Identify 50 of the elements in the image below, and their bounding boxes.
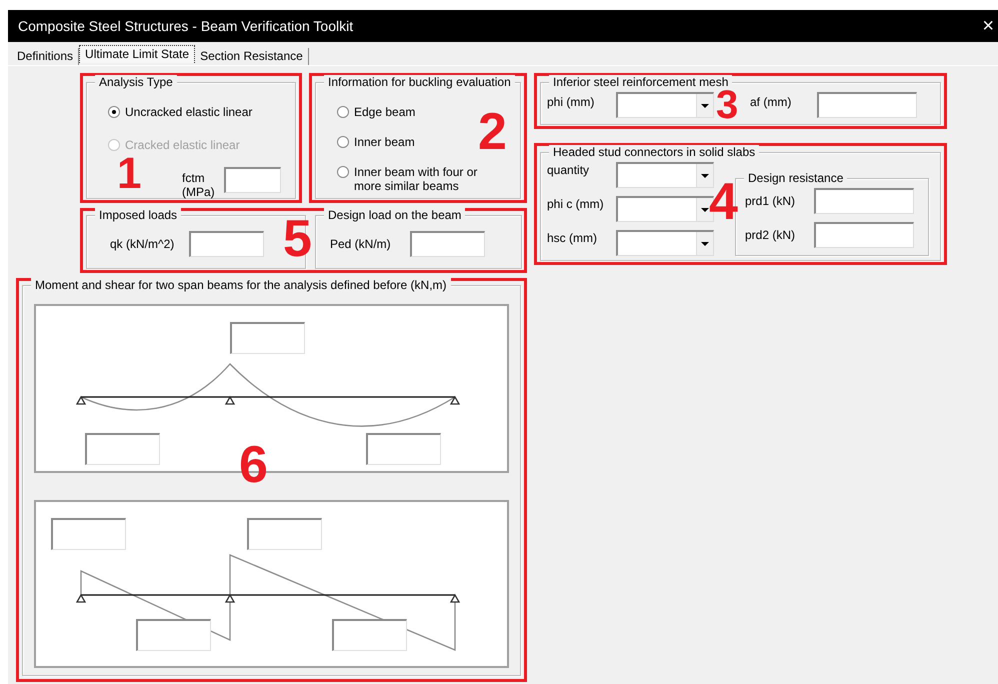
input-field[interactable] <box>814 188 914 214</box>
field-label: phi c (mm) <box>547 197 605 211</box>
radio-option[interactable]: Inner beam with four or more similar beams <box>337 165 497 193</box>
group-title: Design resistance <box>744 171 848 185</box>
close-button[interactable]: × <box>978 16 998 36</box>
callout-number: 6 <box>239 439 268 491</box>
group-title: Analysis Type <box>95 75 177 89</box>
field-label: phi (mm) <box>547 95 596 109</box>
input-field[interactable] <box>817 92 917 118</box>
input-field[interactable] <box>224 167 281 193</box>
value-field[interactable] <box>85 433 160 465</box>
field-label: quantity <box>547 163 590 177</box>
value-field[interactable] <box>230 322 305 354</box>
field-label: Ped (kN/m) <box>330 237 391 251</box>
group-title: Inferior steel reinforcement mesh <box>549 75 732 89</box>
radio-option[interactable]: Uncracked elastic linear <box>108 105 295 119</box>
callout-number: 2 <box>478 106 507 158</box>
tab[interactable]: Ultimate Limit State <box>79 45 196 63</box>
group-title: Information for buckling evaluation <box>324 75 515 89</box>
value-field[interactable] <box>136 619 211 651</box>
dropdown-button[interactable] <box>696 232 713 255</box>
group-title: Design load on the beam <box>324 208 466 222</box>
dropdown-button[interactable] <box>696 94 713 117</box>
radio-option: Cracked elastic linear <box>108 138 295 152</box>
window-title: Composite Steel Structures - Beam Verification Toolkit <box>18 16 354 36</box>
callout-number: 5 <box>283 213 312 265</box>
callout-number: 4 <box>709 176 738 228</box>
caret-icon <box>701 208 709 212</box>
caret-icon <box>701 174 709 178</box>
value-field[interactable] <box>332 619 407 651</box>
field-label: qk (kN/m^2) <box>110 237 174 251</box>
value-field[interactable] <box>247 518 322 550</box>
dropdown-field[interactable] <box>616 92 714 118</box>
input-field[interactable] <box>814 222 914 248</box>
input-field[interactable] <box>410 231 485 257</box>
group-title: Imposed loads <box>95 208 182 222</box>
field-label: prd1 (kN) <box>745 194 796 208</box>
group-title: Moment and shear for two span beams for the analysis defined before (kN,m) <box>31 278 451 292</box>
caret-icon <box>701 242 709 246</box>
field-label: hsc (mm) <box>547 231 598 245</box>
group-title: Headed stud connectors in solid slabs <box>549 145 760 159</box>
field-label: fctm (MPa) <box>182 171 216 199</box>
dropdown-field[interactable] <box>616 230 714 256</box>
field-label: af (mm) <box>750 95 792 109</box>
value-field[interactable] <box>51 518 126 550</box>
caret-icon <box>701 104 709 108</box>
callout-number: 1 <box>117 152 142 196</box>
field-label: prd2 (kN) <box>745 228 796 242</box>
value-field[interactable] <box>366 433 441 465</box>
input-field[interactable] <box>189 231 264 257</box>
